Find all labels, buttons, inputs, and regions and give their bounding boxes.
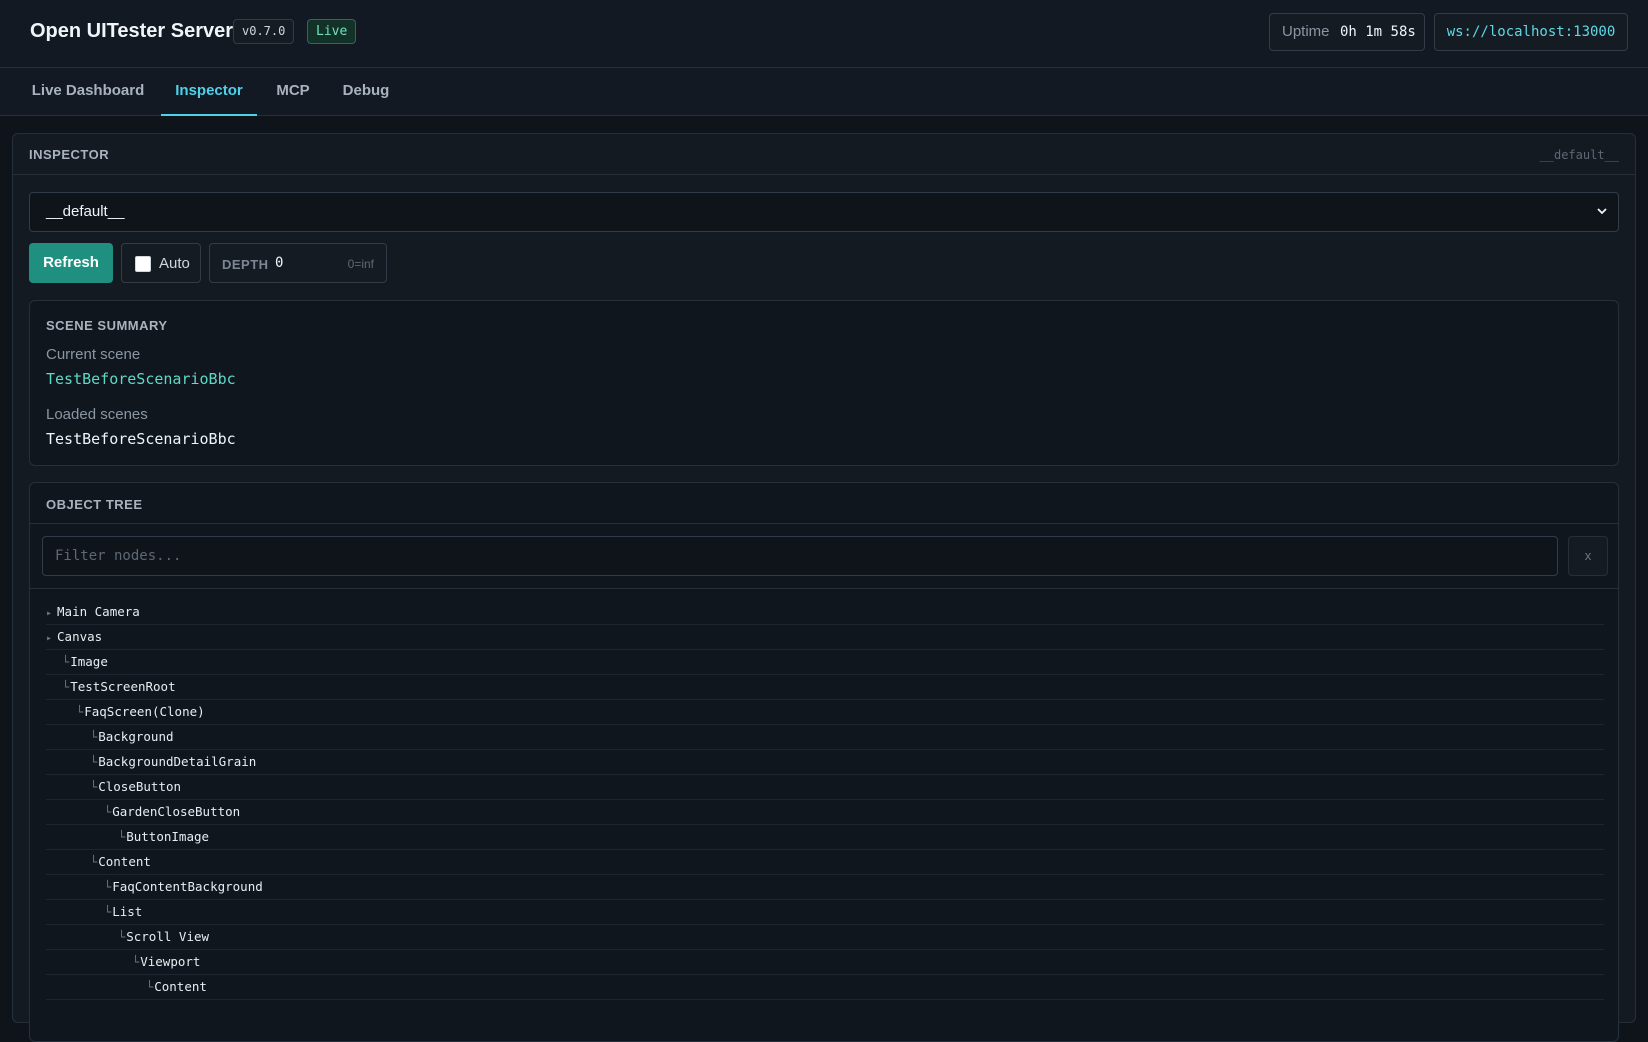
uptime-indicator: Uptime 0h 1m 58s — [1269, 13, 1425, 51]
tree-node[interactable]: └FaqScreen(Clone) — [46, 700, 1604, 725]
tree-node[interactable]: ▸ Canvas — [46, 625, 1604, 650]
app-header: Open UITester Server v0.7.0 Live Uptime … — [0, 0, 1648, 68]
target-select-value: __default__ — [46, 203, 125, 220]
tree-node[interactable]: └Background — [46, 725, 1604, 750]
tab-mcp[interactable]: MCP — [268, 68, 318, 116]
tree-connector-icon: └ — [62, 655, 70, 669]
filter-nodes-input[interactable] — [42, 536, 1558, 576]
tree-node-label: Content — [154, 979, 207, 994]
inspector-title: INSPECTOR — [29, 147, 110, 162]
auto-label: Auto — [159, 255, 190, 272]
loaded-scenes-value: TestBeforeScenarioBbc — [46, 430, 236, 448]
tree-node-label: BackgroundDetailGrain — [98, 754, 257, 769]
version-badge: v0.7.0 — [233, 19, 295, 44]
depth-field[interactable]: DEPTH 0 0=inf — [209, 243, 387, 283]
tree-node[interactable]: └Scroll View — [46, 925, 1604, 950]
tree-node[interactable]: └GardenCloseButton — [46, 800, 1604, 825]
object-tree-list: ▸ Main Camera ▸ Canvas └Image └TestScreenRoot… — [46, 600, 1604, 1000]
tree-node[interactable]: └FaqContentBackground — [46, 875, 1604, 900]
current-scene-value: TestBeforeScenarioBbc — [46, 370, 236, 388]
tree-connector-icon: └ — [90, 730, 98, 744]
uptime-label: Uptime — [1282, 23, 1330, 40]
auto-refresh-toggle[interactable]: Auto — [121, 243, 201, 283]
tree-node[interactable]: └BackgroundDetailGrain — [46, 750, 1604, 775]
tree-connector-icon: └ — [104, 905, 112, 919]
tree-node-label: FaqContentBackground — [112, 879, 263, 894]
tree-connector-icon: └ — [90, 755, 98, 769]
tree-node[interactable]: └Image — [46, 650, 1604, 675]
tree-connector-icon: └ — [62, 680, 70, 694]
tree-node[interactable]: └List — [46, 900, 1604, 925]
websocket-url: ws://localhost:13000 — [1434, 13, 1628, 51]
tree-node-label: GardenCloseButton — [112, 804, 241, 819]
tree-node-label: List — [112, 904, 143, 919]
tree-node-label: Content — [98, 854, 151, 869]
expand-arrow-icon[interactable]: ▸ — [46, 608, 52, 619]
tree-node[interactable]: ▸ Main Camera — [46, 600, 1604, 625]
tree-node-label: TestScreenRoot — [70, 679, 176, 694]
tree-node-label: Main Camera — [57, 604, 140, 619]
tree-connector-icon: └ — [146, 980, 154, 994]
tree-node-label: Canvas — [57, 629, 103, 644]
depth-label: DEPTH — [222, 257, 269, 272]
scene-summary-card: SCENE SUMMARY Current scene TestBeforeSc… — [29, 300, 1619, 466]
app-title: Open UITester Server — [30, 20, 234, 42]
tree-connector-icon: └ — [132, 955, 140, 969]
tree-node-label: CloseButton — [98, 779, 182, 794]
clear-filter-button[interactable]: x — [1568, 536, 1608, 576]
live-status-badge: Live — [307, 19, 357, 44]
loaded-scenes-label: Loaded scenes — [46, 406, 148, 423]
tree-connector-icon: └ — [76, 705, 84, 719]
tree-node[interactable]: └CloseButton — [46, 775, 1604, 800]
scene-summary-title: SCENE SUMMARY — [46, 318, 168, 333]
tree-node-label: FaqScreen(Clone) — [84, 704, 205, 719]
tree-connector-icon: └ — [118, 830, 126, 844]
tree-node-label: Scroll View — [126, 929, 210, 944]
tree-connector-icon: └ — [104, 805, 112, 819]
tree-connector-icon: └ — [90, 780, 98, 794]
tab-inspector[interactable]: Inspector — [161, 68, 257, 116]
object-tree-header: OBJECT TREE — [30, 483, 1618, 524]
tab-live-dashboard[interactable]: Live Dashboard — [20, 68, 156, 116]
tree-connector-icon: └ — [104, 880, 112, 894]
expand-arrow-icon[interactable]: ▸ — [46, 633, 52, 644]
current-scene-label: Current scene — [46, 346, 141, 363]
depth-hint: 0=inf — [347, 257, 374, 271]
tab-debug[interactable]: Debug — [336, 68, 396, 116]
target-select[interactable]: __default__ — [29, 192, 1619, 232]
tree-connector-icon: └ — [90, 855, 98, 869]
inspector-panel: INSPECTOR __default__ __default__ Refres… — [12, 133, 1636, 1042]
object-tree-card: OBJECT TREE x ▸Main Camera▸Canvas└Image└… — [29, 482, 1619, 1042]
tab-bar: Live Dashboard Inspector MCP Debug — [0, 68, 1648, 116]
tree-node[interactable]: └TestScreenRoot — [46, 675, 1604, 700]
chevron-down-icon — [1596, 193, 1608, 246]
inspector-target-label: __default__ — [1539, 148, 1619, 162]
auto-checkbox[interactable] — [135, 256, 151, 272]
tree-node[interactable]: └Content — [46, 850, 1604, 875]
inspector-header: INSPECTOR __default__ — [13, 134, 1635, 175]
uptime-value: 0h 1m 58s — [1339, 24, 1416, 40]
tree-node-label: Viewport — [140, 954, 201, 969]
tree-node-label: Image — [70, 654, 108, 669]
object-tree-title: OBJECT TREE — [46, 497, 143, 512]
depth-value[interactable]: 0 — [275, 255, 283, 271]
tree-node[interactable]: └Content — [46, 975, 1604, 1000]
refresh-button[interactable]: Refresh — [29, 243, 113, 283]
tree-node-label: ButtonImage — [126, 829, 210, 844]
tree-divider — [30, 588, 1618, 589]
tree-node[interactable]: └Viewport — [46, 950, 1604, 975]
tree-node-label: Background — [98, 729, 174, 744]
tree-node[interactable]: └ButtonImage — [46, 825, 1604, 850]
tree-connector-icon: └ — [118, 930, 126, 944]
